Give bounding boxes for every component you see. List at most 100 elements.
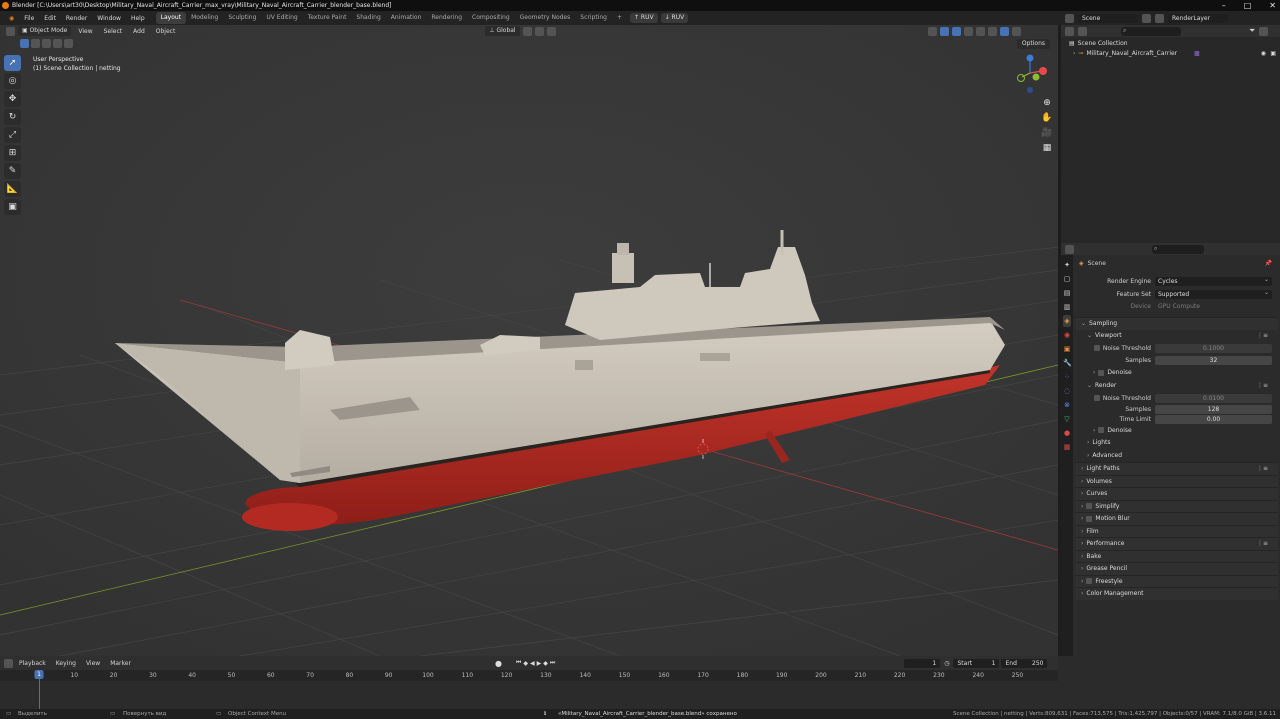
eye-icon[interactable]: ◉ bbox=[1261, 49, 1266, 59]
gizmo-y-icon[interactable] bbox=[1017, 74, 1025, 82]
start-frame-field[interactable]: Start 1 bbox=[953, 658, 1000, 668]
close-button[interactable]: ✕ bbox=[1269, 0, 1276, 11]
tab-compositing[interactable]: Compositing bbox=[467, 12, 515, 24]
lights-subpanel[interactable]: Lights bbox=[1075, 437, 1278, 450]
expand-arrow-icon[interactable]: › bbox=[1073, 49, 1075, 59]
select-box-tool-icon[interactable]: ➚ bbox=[4, 55, 21, 71]
timeline-editor-icon[interactable] bbox=[4, 658, 13, 668]
grease-pencil-panel[interactable]: Grease Pencil bbox=[1075, 562, 1278, 575]
transform-orientation[interactable]: ⊥ Global bbox=[485, 26, 520, 36]
menu-file[interactable]: File bbox=[19, 15, 39, 22]
xray-icon[interactable] bbox=[963, 26, 973, 36]
physics-tab-icon[interactable]: ◌ bbox=[1063, 385, 1071, 397]
maximize-button[interactable]: □ bbox=[1244, 0, 1252, 11]
material-tab-icon[interactable]: ● bbox=[1063, 427, 1071, 439]
timeline-menu-view[interactable]: View bbox=[82, 660, 104, 667]
clock-icon[interactable]: ◷ bbox=[942, 660, 951, 667]
pin-icon[interactable]: 📌 bbox=[1265, 260, 1272, 267]
light-paths-panel[interactable]: Light Paths⋮≡ bbox=[1075, 462, 1278, 475]
gizmo-neg-z-icon[interactable] bbox=[1027, 87, 1033, 93]
current-frame-field[interactable]: 1 bbox=[904, 658, 941, 668]
select-new-icon[interactable] bbox=[20, 39, 29, 48]
data-tab-icon[interactable]: ▽ bbox=[1063, 413, 1071, 425]
viewport-subpanel[interactable]: Viewport⋮≡ bbox=[1075, 330, 1278, 343]
tab-animation[interactable]: Animation bbox=[386, 12, 427, 24]
object-tab-icon[interactable]: ▣ bbox=[1063, 343, 1071, 355]
r-samples-field[interactable]: 128 bbox=[1155, 405, 1272, 414]
simplify-panel[interactable]: Simplify bbox=[1075, 499, 1278, 512]
snap-icon[interactable] bbox=[534, 26, 544, 36]
select-intersect-icon[interactable] bbox=[64, 39, 73, 48]
next-key-icon[interactable]: ◆ bbox=[543, 660, 548, 667]
timeline-menu-marker[interactable]: Marker bbox=[106, 660, 135, 667]
visibility-icon[interactable] bbox=[927, 26, 937, 36]
tab-geometry-nodes[interactable]: Geometry Nodes bbox=[515, 12, 576, 24]
tab-sculpting[interactable]: Sculpting bbox=[223, 12, 261, 24]
play-reverse-icon[interactable]: ◀ bbox=[530, 660, 535, 667]
viewport-menu-view[interactable]: View bbox=[74, 28, 96, 35]
tab-texture-paint[interactable]: Texture Paint bbox=[303, 12, 352, 24]
tab-scripting[interactable]: Scripting bbox=[575, 12, 612, 24]
tab-uv-editing[interactable]: UV Editing bbox=[261, 12, 302, 24]
tab-rendering[interactable]: Rendering bbox=[426, 12, 467, 24]
tab-layout[interactable]: Layout bbox=[155, 12, 187, 24]
render-subpanel[interactable]: Render⋮≡ bbox=[1075, 380, 1278, 393]
menu-help[interactable]: Help bbox=[126, 15, 150, 22]
list-icon[interactable]: ⋮≡ bbox=[1257, 330, 1268, 343]
scene-tab-icon[interactable]: ◈ bbox=[1063, 315, 1071, 327]
color-management-panel[interactable]: Color Management bbox=[1075, 587, 1278, 600]
performance-panel[interactable]: Performance⋮≡ bbox=[1075, 537, 1278, 550]
gizmo-toggle-icon[interactable] bbox=[939, 26, 949, 36]
scene-selector[interactable]: Scene bbox=[1078, 13, 1138, 23]
gizmo-neg-y-icon[interactable] bbox=[1032, 73, 1040, 81]
r-time-limit-field[interactable]: 0.00 bbox=[1155, 415, 1272, 424]
simplify-checkbox[interactable] bbox=[1086, 503, 1093, 509]
timeline-menu-keying[interactable]: Keying bbox=[52, 660, 80, 667]
gizmo-x-icon[interactable] bbox=[1039, 67, 1047, 75]
tab-shading[interactable]: Shading bbox=[351, 12, 385, 24]
menu-window[interactable]: Window bbox=[92, 15, 126, 22]
vp-noise-threshold-field[interactable]: 0.1000 bbox=[1155, 343, 1272, 353]
select-subtract-icon[interactable] bbox=[42, 39, 51, 48]
annotate-tool-icon[interactable]: ✎ bbox=[4, 163, 21, 179]
vp-denoise-subpanel[interactable]: Denoise bbox=[1075, 367, 1278, 380]
view-layer-selector[interactable]: RenderLayer bbox=[1168, 13, 1228, 23]
bake-panel[interactable]: Bake bbox=[1075, 549, 1278, 562]
jump-start-icon[interactable]: ⏮ bbox=[516, 659, 521, 667]
select-invert-icon[interactable] bbox=[53, 39, 62, 48]
properties-editor-icon[interactable] bbox=[1065, 244, 1074, 254]
output-tab-icon[interactable]: ▤ bbox=[1063, 287, 1071, 299]
view-layer-tab-icon[interactable]: ▥ bbox=[1063, 301, 1071, 313]
shading-material-icon[interactable] bbox=[999, 26, 1009, 36]
rotate-tool-icon[interactable]: ↻ bbox=[4, 109, 21, 125]
end-frame-field[interactable]: End 250 bbox=[1001, 658, 1048, 668]
cursor-tool-icon[interactable]: ◎ bbox=[4, 73, 21, 89]
list-icon[interactable]: ⋮≡ bbox=[1257, 380, 1268, 393]
vp-samples-field[interactable]: 32 bbox=[1155, 356, 1272, 366]
viewport-menu-add[interactable]: Add bbox=[129, 28, 149, 35]
render-tab-icon[interactable]: ▢ bbox=[1063, 273, 1071, 285]
gizmo-z-icon[interactable] bbox=[1026, 54, 1034, 62]
noise-threshold-checkbox[interactable] bbox=[1093, 395, 1100, 402]
pivot-icon[interactable] bbox=[522, 26, 532, 36]
shading-solid-icon[interactable] bbox=[987, 26, 997, 36]
outliner-item[interactable]: › ⊸ Military_Naval_Aircraft_Carrier ▩ ◉ … bbox=[1061, 49, 1280, 59]
minimize-button[interactable]: – bbox=[1222, 0, 1226, 11]
noise-threshold-checkbox[interactable] bbox=[1093, 345, 1100, 352]
freestyle-panel[interactable]: Freestyle bbox=[1075, 574, 1278, 587]
record-icon[interactable]: ● bbox=[495, 659, 502, 668]
play-icon[interactable]: ▶ bbox=[537, 660, 542, 667]
texture-tab-icon[interactable]: ▦ bbox=[1063, 441, 1071, 453]
mode-selector[interactable]: ▣ Object Mode bbox=[18, 26, 72, 36]
freestyle-checkbox[interactable] bbox=[1086, 578, 1093, 584]
motion-blur-panel[interactable]: Motion Blur bbox=[1075, 512, 1278, 525]
navigation-gizmo[interactable] bbox=[1010, 53, 1050, 93]
modifier-tab-icon[interactable]: 🔧 bbox=[1063, 357, 1072, 369]
select-extend-icon[interactable] bbox=[31, 39, 40, 48]
display-mode-icon[interactable] bbox=[1078, 26, 1087, 36]
viewport-menu-select[interactable]: Select bbox=[100, 28, 127, 35]
proportional-edit-icon[interactable] bbox=[546, 26, 556, 36]
world-tab-icon[interactable]: ◉ bbox=[1063, 329, 1071, 341]
render-engine-dropdown[interactable]: Cycles bbox=[1155, 275, 1272, 287]
volumes-panel[interactable]: Volumes bbox=[1075, 474, 1278, 487]
